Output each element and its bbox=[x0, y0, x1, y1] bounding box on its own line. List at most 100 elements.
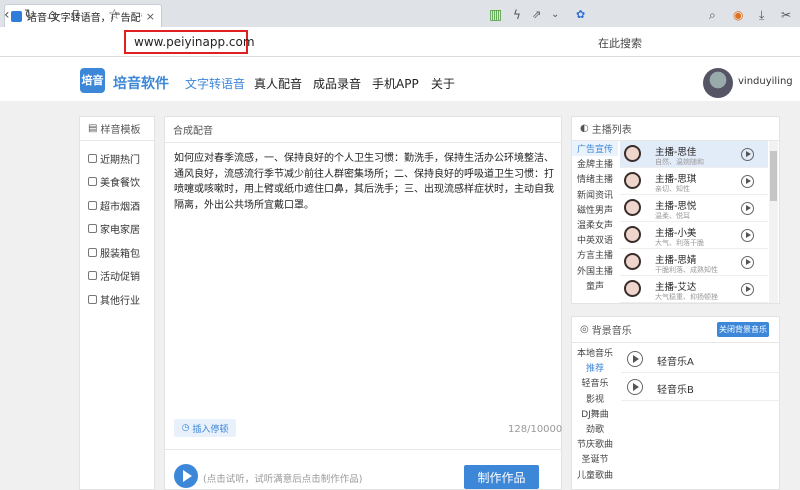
nav-about[interactable]: 关于 bbox=[431, 75, 455, 92]
anchor-row[interactable]: 主播-思悦 温柔、悦耳 bbox=[620, 195, 768, 222]
nav-finished-recordings[interactable]: 成品录音 bbox=[313, 75, 361, 92]
music-note-icon: ◎ bbox=[580, 324, 589, 335]
bookmark-star-icon[interactable]: ☆ bbox=[108, 6, 121, 24]
anchor-scrollbar-thumb[interactable] bbox=[770, 151, 777, 201]
anchor-avatar bbox=[624, 199, 641, 216]
template-item-label: 超市烟酒 bbox=[100, 202, 140, 213]
make-work-button[interactable]: 制作作品 bbox=[464, 465, 539, 489]
music-track-row[interactable]: 轻音乐B bbox=[621, 373, 779, 401]
template-panel-title: 样音模板 bbox=[100, 125, 141, 136]
folder-icon bbox=[88, 224, 97, 233]
anchor-row[interactable]: 主播-艾达 大气稳重、抑扬顿挫 bbox=[620, 276, 768, 303]
lightning-icon[interactable]: ϟ bbox=[513, 6, 521, 24]
anchor-play-button[interactable] bbox=[741, 148, 754, 161]
anchor-play-button[interactable] bbox=[741, 283, 754, 296]
anchor-category-list: 广告宣传 金牌主播 情绪主播 新闻资讯 磁性男声 温柔女声 中英双语 方言主播 … bbox=[572, 141, 618, 293]
search-input[interactable]: 在此搜索 bbox=[598, 35, 748, 55]
anchor-category[interactable]: 情绪主播 bbox=[572, 171, 618, 186]
username[interactable]: vinduyiling bbox=[738, 76, 793, 87]
track-play-button[interactable] bbox=[627, 379, 643, 395]
template-item-clothing[interactable]: 服装箱包 bbox=[88, 245, 140, 260]
template-item-hot[interactable]: 近期热门 bbox=[88, 151, 140, 166]
anchor-row[interactable]: 主播-思琪 亲切、知性 bbox=[620, 168, 768, 195]
divider bbox=[164, 449, 562, 450]
reader-mode-icon[interactable]: ▯ bbox=[72, 6, 80, 24]
anchor-desc: 温柔、悦耳 bbox=[655, 212, 690, 220]
reading-list-icon[interactable]: ▥ bbox=[489, 6, 502, 24]
music-category[interactable]: 节庆歌曲 bbox=[572, 436, 618, 451]
anchor-play-button[interactable] bbox=[741, 175, 754, 188]
anchor-play-button[interactable] bbox=[741, 229, 754, 242]
anchor-list-icon: ◐ bbox=[580, 123, 589, 134]
site-logo-icon[interactable]: 培音 bbox=[80, 68, 105, 93]
composer-title: 合成配音 bbox=[173, 126, 213, 137]
music-category[interactable]: 圣诞节 bbox=[572, 451, 618, 466]
address-bar-url: www.peiyinapp.com bbox=[134, 35, 255, 49]
template-item-food[interactable]: 美食餐饮 bbox=[88, 174, 140, 189]
anchor-row[interactable]: 主播-小美 大气、利落干脆 bbox=[620, 222, 768, 249]
template-item-home[interactable]: 家电家居 bbox=[88, 221, 140, 236]
music-category[interactable]: 轻音乐 bbox=[572, 375, 618, 390]
template-item-supermarket[interactable]: 超市烟酒 bbox=[88, 198, 140, 213]
home-icon[interactable]: ⌂ bbox=[48, 6, 57, 24]
anchor-desc: 大气稳重、抑扬顿挫 bbox=[655, 293, 718, 301]
template-item-label: 活动促销 bbox=[100, 272, 140, 283]
share-icon[interactable]: ⇗ bbox=[532, 6, 541, 24]
music-category[interactable]: DJ舞曲 bbox=[572, 406, 618, 421]
anchor-name: 主播-艾达 bbox=[655, 282, 697, 293]
nav-human-voice[interactable]: 真人配音 bbox=[254, 75, 302, 92]
insert-pause-button[interactable]: ◷ 插入停顿 bbox=[174, 419, 236, 437]
anchor-category[interactable]: 金牌主播 bbox=[572, 156, 618, 171]
chevron-down-icon[interactable]: ⌄ bbox=[551, 6, 559, 24]
folder-icon bbox=[88, 201, 97, 210]
anchor-category[interactable]: 中英双语 bbox=[572, 232, 618, 247]
anchor-category[interactable]: 温柔女声 bbox=[572, 217, 618, 232]
baidu-paw-icon[interactable]: ✿ bbox=[576, 6, 585, 24]
anchor-category[interactable]: 外国主播 bbox=[572, 263, 618, 278]
music-category[interactable]: 推荐 bbox=[572, 360, 618, 375]
nav-text-to-speech[interactable]: 文字转语音 bbox=[185, 75, 245, 92]
music-track-row[interactable]: 轻音乐A bbox=[621, 345, 779, 373]
track-play-button[interactable] bbox=[627, 351, 643, 367]
anchor-category[interactable]: 新闻资讯 bbox=[572, 187, 618, 202]
anchor-play-button[interactable] bbox=[741, 202, 754, 215]
nav-mobile-app[interactable]: 手机APP bbox=[372, 75, 419, 92]
preview-play-button[interactable] bbox=[174, 464, 198, 488]
anchor-category[interactable]: 广告宣传 bbox=[572, 141, 618, 157]
template-item-label: 其他行业 bbox=[100, 296, 140, 307]
music-category[interactable]: 影视 bbox=[572, 391, 618, 406]
anchor-play-button[interactable] bbox=[741, 256, 754, 269]
download-icon[interactable]: ⤓ bbox=[759, 6, 764, 24]
anchor-name: 主播-思佳 bbox=[655, 147, 697, 158]
anchor-avatar bbox=[624, 172, 641, 189]
music-category[interactable]: 劲歌 bbox=[572, 421, 618, 436]
template-panel-header: ▤ 样音模板 bbox=[80, 117, 154, 141]
template-icon: ▤ bbox=[88, 123, 98, 134]
folder-icon bbox=[88, 295, 97, 304]
close-tab-icon[interactable]: × bbox=[146, 10, 155, 23]
composer-header: 合成配音 bbox=[165, 117, 561, 143]
template-item-promotion[interactable]: 活动促销 bbox=[88, 268, 140, 283]
anchor-avatar bbox=[624, 145, 641, 162]
template-item-label: 近期热门 bbox=[100, 155, 140, 166]
anchor-avatar bbox=[624, 280, 641, 297]
music-category[interactable]: 本地音乐 bbox=[572, 345, 618, 360]
avatar[interactable] bbox=[703, 68, 733, 98]
search-icon[interactable]: ⌕ bbox=[709, 6, 716, 24]
back-icon[interactable]: ‹ bbox=[4, 6, 10, 24]
site-logo-text[interactable]: 培音软件 bbox=[113, 73, 169, 93]
composer-textarea[interactable]: 如何应对春季流感，一、保持良好的个人卫生习惯：勤洗手，保持生活办公环境整洁、通风… bbox=[174, 151, 554, 213]
game-controller-icon[interactable]: ◉ bbox=[733, 6, 743, 24]
clock-icon: ◷ bbox=[181, 423, 190, 433]
close-music-button[interactable]: 关闭背景音乐 bbox=[717, 322, 769, 337]
anchor-category[interactable]: 方言主播 bbox=[572, 247, 618, 262]
anchor-category[interactable]: 磁性男声 bbox=[572, 202, 618, 217]
anchor-row[interactable]: 主播-思婧 干脆利落、成熟知性 bbox=[620, 249, 768, 276]
anchor-row[interactable]: 主播-思佳 自然、温婉随和 bbox=[620, 141, 768, 168]
template-item-other[interactable]: 其他行业 bbox=[88, 292, 140, 307]
template-item-label: 美食餐饮 bbox=[100, 178, 140, 189]
music-category[interactable]: 儿童歌曲 bbox=[572, 467, 618, 482]
anchor-category[interactable]: 童声 bbox=[572, 278, 618, 293]
scissors-icon[interactable]: ✂ bbox=[781, 6, 791, 24]
refresh-icon[interactable]: ↻ bbox=[24, 6, 36, 24]
